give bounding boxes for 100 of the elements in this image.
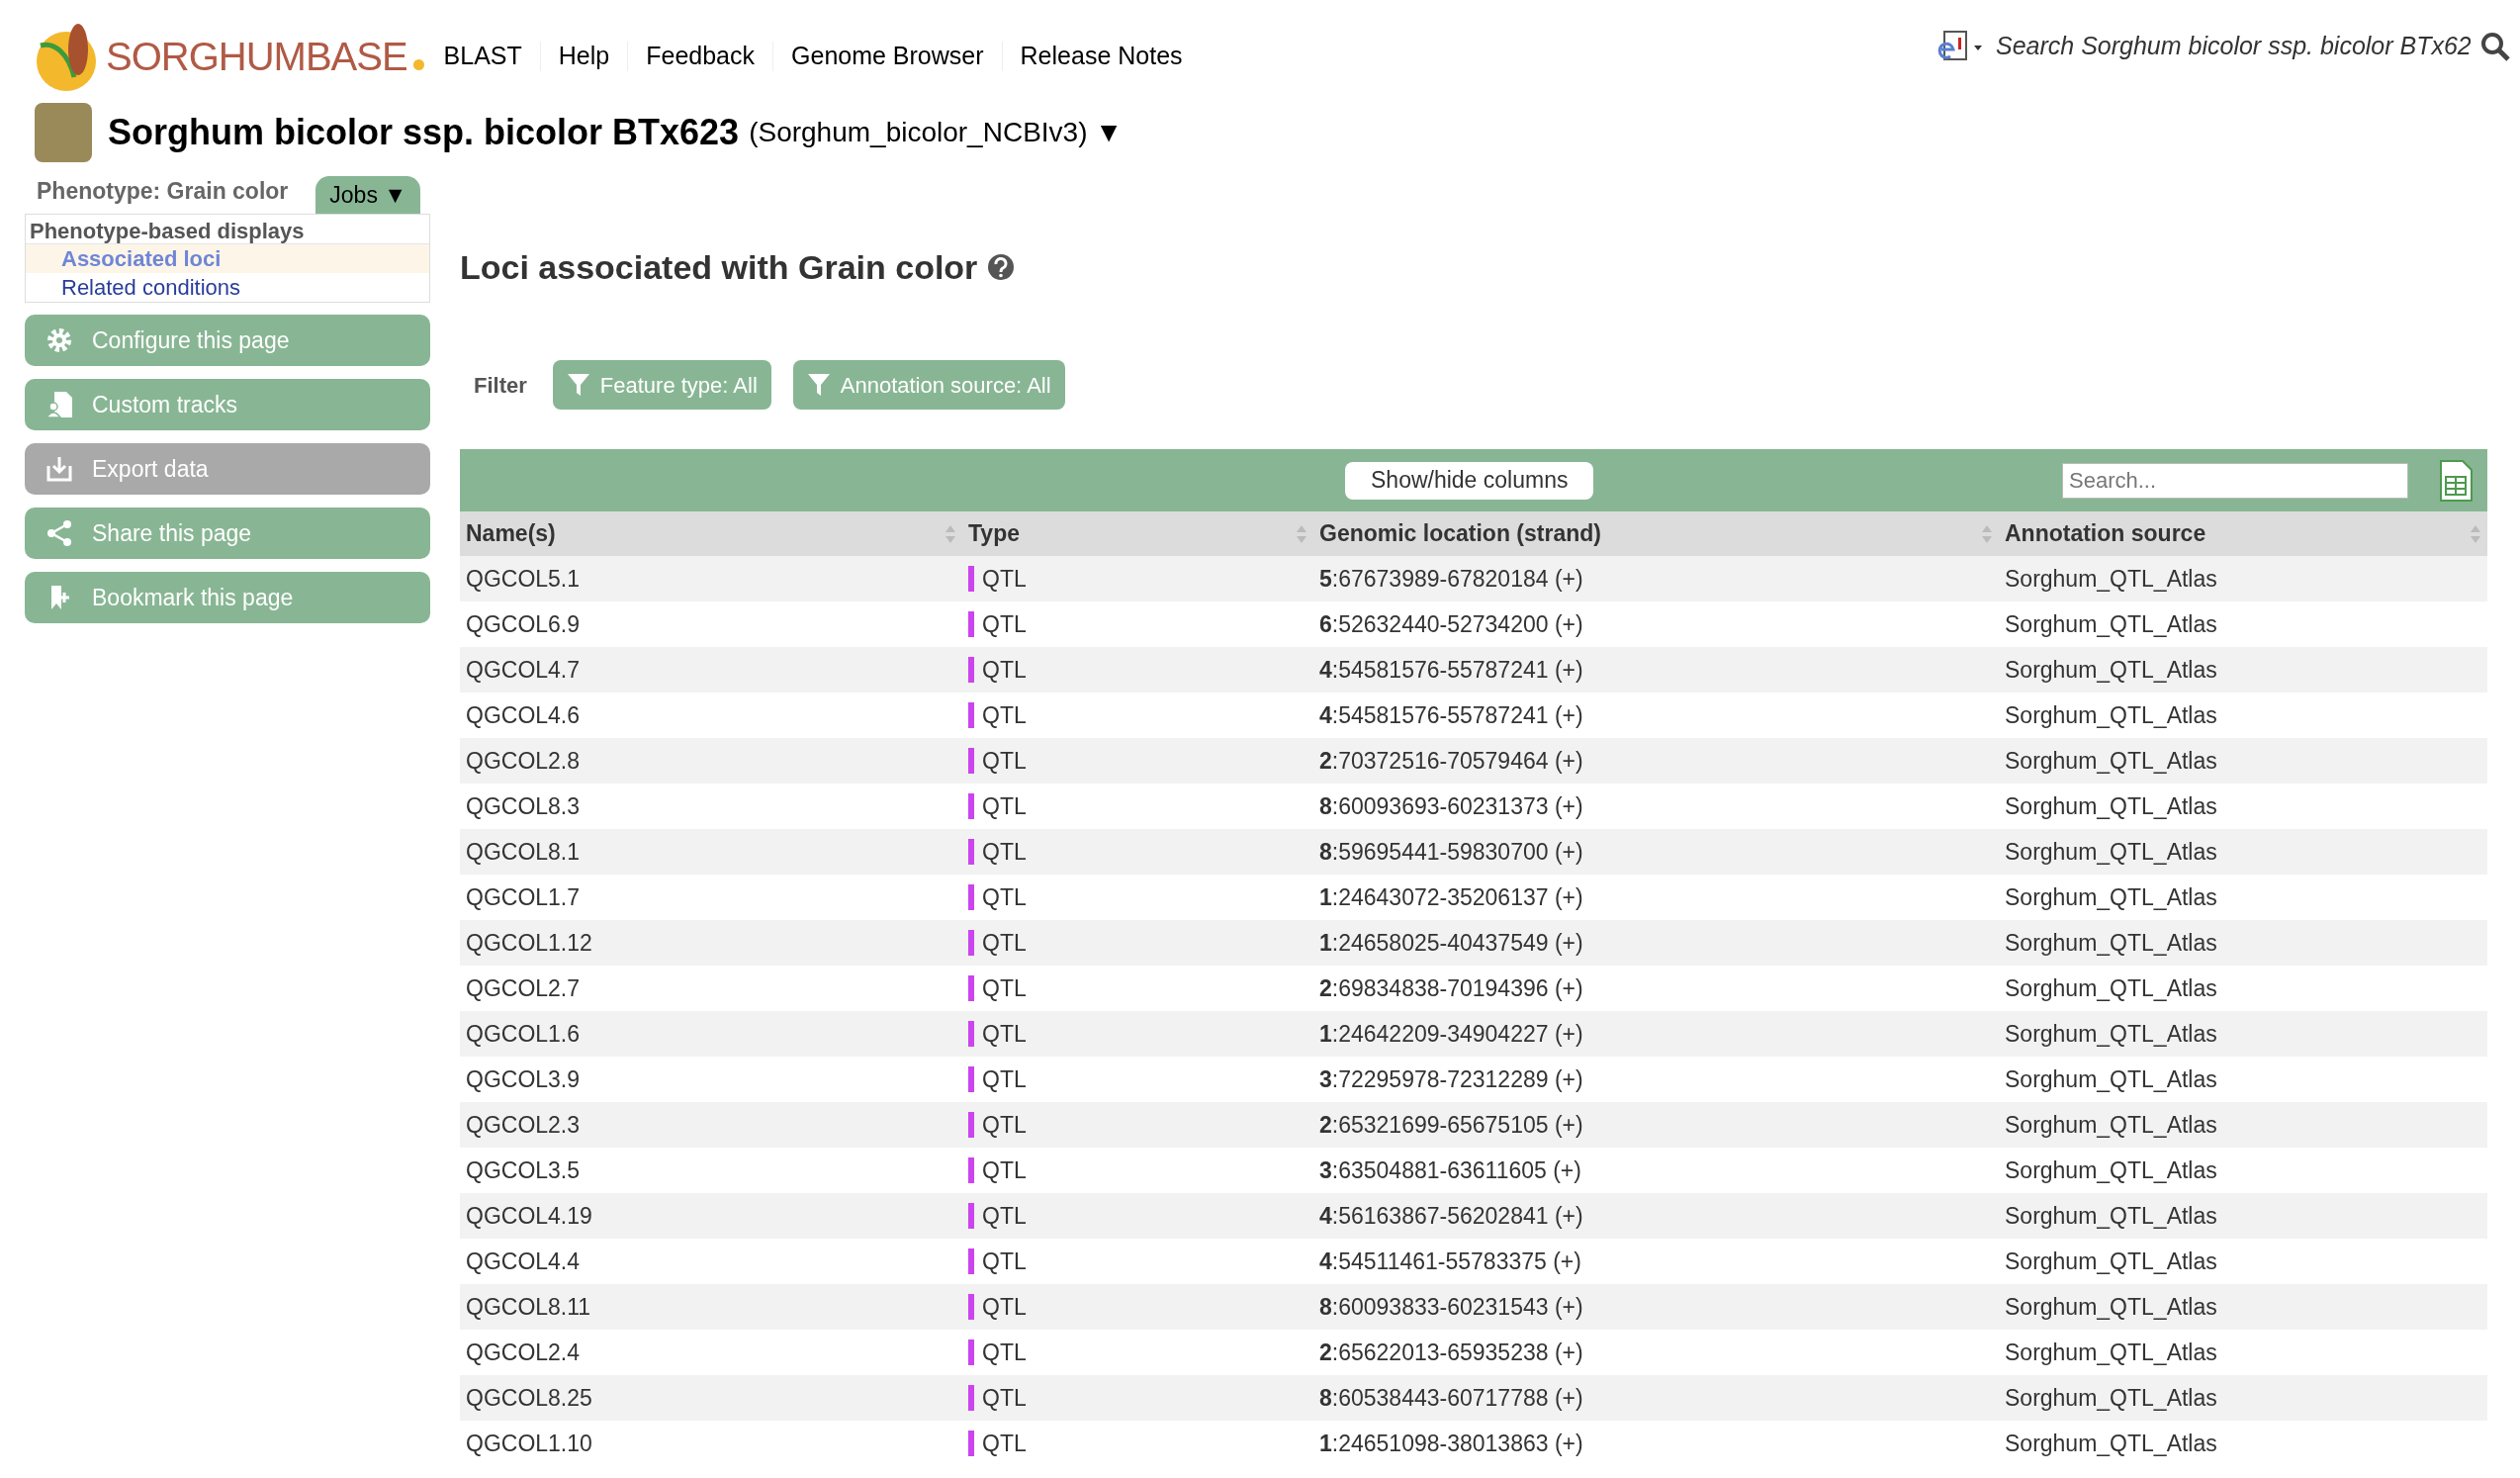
column-header[interactable]: Type	[962, 511, 1313, 556]
funnel-icon	[566, 372, 590, 398]
type-color-bar	[968, 1385, 974, 1411]
table-cell-text: QGCOL8.11	[466, 1292, 591, 1322]
logo-text: SORGHUMBASE	[106, 34, 407, 80]
table-cell-text: QGCOL3.5	[466, 1155, 581, 1185]
type-color-bar	[968, 1021, 974, 1047]
type-color-bar	[968, 930, 974, 956]
table-cell-text: Sorghum_QTL_Atlas	[2005, 655, 2217, 685]
table-cell-text: QGCOL2.8	[466, 746, 581, 776]
species-title: Sorghum bicolor ssp. bicolor BTx623	[108, 111, 740, 154]
table-cell-text: Sorghum_QTL_Atlas	[2005, 700, 2217, 730]
table-cell-text: 2:69834838-70194396 (+)	[1319, 973, 1583, 1003]
table-cell-text: QGCOL1.7	[466, 882, 581, 912]
table-cell-text: QGCOL4.4	[466, 1247, 581, 1276]
table-cell-text: QTL	[982, 791, 1027, 821]
help-icon[interactable]	[987, 253, 1016, 281]
logo[interactable]: SORGHUMBASE	[35, 20, 424, 93]
type-color-bar	[968, 566, 974, 592]
table-cell-text: 4:54581576-55787241 (+)	[1319, 700, 1583, 730]
table-cell-text: 3:72295978-72312289 (+)	[1319, 1064, 1583, 1094]
table-cell-text: Sorghum_QTL_Atlas	[2005, 1429, 2217, 1458]
type-color-bar	[968, 1294, 974, 1320]
table-cell-text: QTL	[982, 882, 1027, 912]
type-color-bar	[968, 1112, 974, 1138]
table-cell-text: Sorghum_QTL_Atlas	[2005, 1019, 2217, 1049]
table-cell-text: QGCOL5.1	[466, 564, 581, 594]
table-cell-text: QTL	[982, 1064, 1027, 1094]
table-cell-text: 8:60538443-60717788 (+)	[1319, 1383, 1583, 1413]
table-cell-text: Sorghum_QTL_Atlas	[2005, 1201, 2217, 1231]
table-cell-text: 4:54511461-55783375 (+)	[1319, 1247, 1581, 1276]
table-cell-text: QGCOL4.6	[466, 700, 581, 730]
jobs-tab[interactable]: Jobs ▼	[315, 176, 421, 214]
table-cell-text: 1:24658025-40437549 (+)	[1319, 928, 1583, 958]
table-cell-text: Sorghum_QTL_Atlas	[2005, 882, 2217, 912]
table-cell-text: Sorghum_QTL_Atlas	[2005, 973, 2217, 1003]
table-cell-text: 4:56163867-56202841 (+)	[1319, 1201, 1583, 1231]
column-header[interactable]: Genomic location (strand)	[1313, 511, 1999, 556]
table-cell-text: QTL	[982, 837, 1027, 867]
species-photo-placeholder	[35, 103, 92, 162]
table-cell-text: 5:67673989-67820184 (+)	[1319, 564, 1583, 594]
table-cell-text: 1:24643072-35206137 (+)	[1319, 882, 1583, 912]
table-search-field[interactable]: Search...	[2062, 462, 2408, 499]
nav-link[interactable]: Genome Browser	[791, 38, 984, 75]
type-color-bar	[968, 839, 974, 865]
table-cell-text: QTL	[982, 928, 1027, 958]
phenotype-label: Phenotype: Grain color	[37, 176, 289, 206]
table-cell-text: Sorghum_QTL_Atlas	[2005, 564, 2217, 594]
nav-link[interactable]: BLAST	[443, 38, 522, 75]
gear-icon	[45, 325, 74, 355]
table-cell-text: QTL	[982, 609, 1027, 639]
table-cell-text: QTL	[982, 1292, 1027, 1322]
table-cell-text: QTL	[982, 1019, 1027, 1049]
table-cell-text: QTL	[982, 1429, 1027, 1458]
table-cell-text: QTL	[982, 1110, 1027, 1140]
table-cell-text: 1:24651098-38013863 (+)	[1319, 1429, 1583, 1458]
table-cell-text: QTL	[982, 1247, 1027, 1276]
table-cell-text: QGCOL4.7	[466, 655, 581, 685]
assembly-dropdown[interactable]: (Sorghum_bicolor_NCBIv3) ▼	[749, 112, 1123, 153]
table-cell-text: QTL	[982, 655, 1027, 685]
type-color-bar	[968, 884, 974, 910]
search-field[interactable]: Search Sorghum bicolor ssp. bicolor BTx62	[1996, 28, 2471, 65]
table-cell-text: QTL	[982, 700, 1027, 730]
nav-link[interactable]: Help	[558, 38, 610, 75]
filter-label: Filter	[474, 371, 527, 400]
table-cell-text: Sorghum_QTL_Atlas	[2005, 791, 2217, 821]
table-cell-text: Sorghum_QTL_Atlas	[2005, 1064, 2217, 1094]
type-color-bar	[968, 657, 974, 683]
nav-link[interactable]: Release Notes	[1020, 38, 1183, 75]
spreadsheet-icon[interactable]	[2438, 458, 2474, 503]
table-cell-text: QGCOL2.4	[466, 1338, 581, 1367]
table-cell-text: QTL	[982, 1201, 1027, 1231]
show-hide-columns-button[interactable]: Show/hide columns	[1345, 461, 1594, 500]
table-cell-text: 2:65622013-65935238 (+)	[1319, 1338, 1583, 1367]
table-cell-text: QGCOL8.25	[466, 1383, 592, 1413]
table-cell-text: 8:59695441-59830700 (+)	[1319, 837, 1583, 867]
column-header[interactable]: Annotation source	[1999, 511, 2487, 556]
search-icon[interactable]	[2480, 32, 2510, 61]
table-cell-text: QGCOL4.19	[466, 1201, 592, 1231]
display-link[interactable]: Related conditions	[26, 273, 429, 302]
type-color-bar	[968, 1203, 974, 1229]
table-cell-text: 8:60093833-60231543 (+)	[1319, 1292, 1583, 1322]
table-cell-text: QGCOL8.1	[466, 837, 581, 867]
table-cell-text: QTL	[982, 1155, 1027, 1185]
table-cell-text: QGCOL1.6	[466, 1019, 581, 1049]
table-cell-text: Sorghum_QTL_Atlas	[2005, 1155, 2217, 1185]
table-cell-text: QTL	[982, 746, 1027, 776]
table-cell-text: Sorghum_QTL_Atlas	[2005, 1292, 2217, 1322]
download-icon	[45, 454, 74, 484]
type-color-bar	[968, 1157, 974, 1183]
type-color-bar	[968, 1248, 974, 1274]
table-cell-text: Sorghum_QTL_Atlas	[2005, 1110, 2217, 1140]
table-cell-text: Sorghum_QTL_Atlas	[2005, 1247, 2217, 1276]
table-cell-text: QGCOL1.10	[466, 1429, 592, 1458]
type-color-bar	[968, 1066, 974, 1092]
column-header[interactable]: Name(s)	[460, 511, 962, 556]
share-icon	[45, 518, 74, 548]
table-cell-text: QTL	[982, 973, 1027, 1003]
table-cell-text: 3:63504881-63611605 (+)	[1319, 1155, 1581, 1185]
nav-link[interactable]: Feedback	[646, 38, 756, 75]
